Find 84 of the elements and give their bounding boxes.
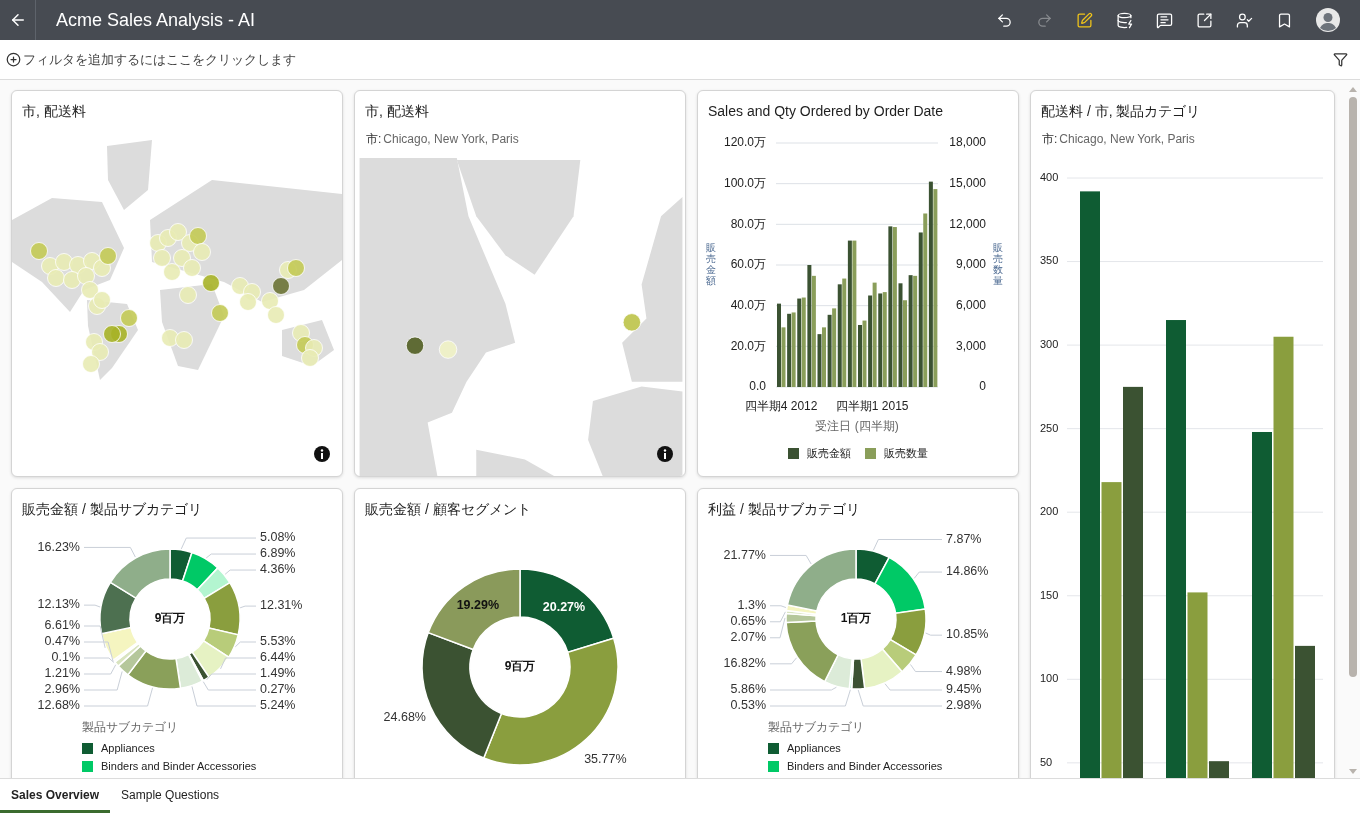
data-label: 12.68% [37,698,80,713]
axis-label: 四半期4 2012 [744,399,818,414]
data-label: 0.27% [260,682,296,697]
legend-label: Binders and Binder Accessories [101,760,257,772]
center-label: 1百万 [840,611,872,626]
data-label: 14.86% [946,564,989,579]
legend-label: Appliances [787,742,841,754]
data-label: 24.68% [383,710,426,725]
data-label: 21.77% [723,547,766,562]
axis-label: 12,000 [949,216,986,231]
data-label: 5.08% [260,530,296,545]
data-label: 16.23% [37,539,80,554]
filter-value: Chicago, New York, Paris [1059,132,1195,146]
card-title: 配送料 / 市, 製品カテゴリ [1040,102,1202,120]
data-label: 5.86% [730,682,766,697]
legend-label: Appliances [101,742,155,754]
axis-label: 0 [979,379,986,394]
legend-title: 製品サブカテゴリ [82,720,179,734]
axis-label: 200 [1040,505,1059,518]
legend-label: Binders and Binder Accessories [787,760,943,772]
data-label: 0.65% [730,614,766,629]
card-title: Sales and Qty Ordered by Order Date [707,102,944,120]
data-label: 2.07% [730,630,766,645]
filter-value: Chicago, New York, Paris [383,132,519,146]
axis-label: 18,000 [949,135,986,150]
center-label: 9百万 [154,611,186,626]
legend-label: 販売金額 [807,447,851,459]
data-label: 5.24% [260,698,296,713]
data-label: 0.1% [51,650,80,665]
axis-label: 150 [1040,588,1059,601]
card-title: 販売金額 / 顧客セグメント [364,500,532,518]
axis-label: 350 [1040,254,1059,267]
data-label: 0.53% [730,698,766,713]
data-label: 6.44% [260,650,296,665]
axis-label: 100 [1040,672,1059,685]
data-label: 1.3% [737,598,766,613]
data-label: 7.87% [946,531,982,546]
data-label: 20.27% [542,599,586,614]
filter-label: 市: [366,131,382,148]
axis-label: 6,000 [955,297,986,312]
axis-label: 80.0万 [730,216,766,231]
data-label: 12.31% [260,598,303,613]
axis-title: 販売金額 [706,242,716,286]
axis-title: 受注日 (四半期) [815,419,899,434]
data-label: 10.85% [946,627,989,642]
data-label: 1.21% [44,666,80,681]
axis-label: 四半期1 2015 [835,399,909,414]
axis-label: 120.0万 [723,135,766,150]
data-label: 19.29% [456,598,500,613]
data-label: 5.53% [260,634,296,649]
data-label: 9.45% [946,682,982,697]
card-title: 販売金額 / 製品サブカテゴリ [21,500,203,518]
data-label: 35.77% [584,751,627,766]
data-label: 2.98% [946,698,982,713]
data-label: 2.96% [44,682,80,697]
axis-label: 400 [1040,170,1059,183]
window-title: Acme Sales Analysis - AI [56,9,257,31]
data-label: 16.82% [723,656,766,671]
axis-title: 販売数量 [993,242,1003,286]
card-title: 利益 / 製品サブカテゴリ [707,500,861,518]
data-label: 12.13% [37,597,80,612]
data-label: 6.61% [44,618,80,633]
axis-label: 20.0万 [730,338,766,353]
data-label: 4.98% [946,663,982,678]
card-title: 市, 配送料 [364,102,430,120]
filter-label: 市: [1042,131,1058,148]
legend-label: 販売数量 [884,447,928,459]
data-label: 4.36% [260,562,296,577]
axis-label: 100.0万 [723,175,766,190]
axis-label: 60.0万 [730,257,766,272]
legend-title: 製品サブカテゴリ [768,720,865,734]
data-label: 6.89% [260,546,296,561]
center-label: 9百万 [504,659,536,674]
axis-label: 3,000 [955,338,986,353]
data-label: 1.49% [260,666,296,681]
card-title: 市, 配送料 [21,102,87,120]
axis-label: 0.0 [749,379,766,394]
axis-label: 40.0万 [730,297,766,312]
axis-label: 9,000 [955,257,986,272]
axis-label: 50 [1040,755,1053,768]
data-label: 0.47% [44,634,80,649]
axis-label: 300 [1040,338,1059,350]
axis-label: 15,000 [949,175,986,190]
axis-label: 250 [1040,421,1059,434]
